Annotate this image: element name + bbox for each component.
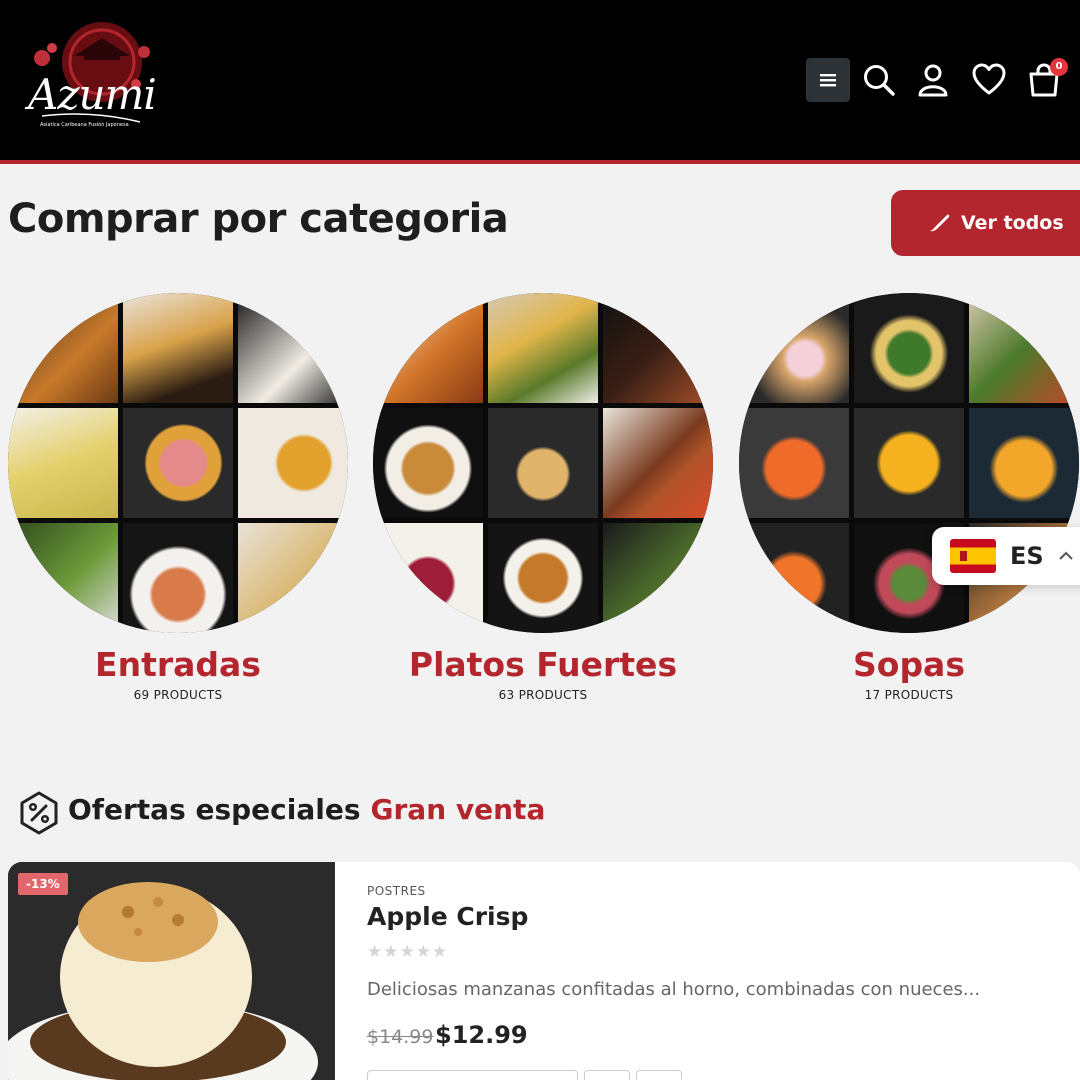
category-product-count: 63 PRODUCTS bbox=[498, 688, 588, 702]
product-category[interactable]: POSTRES bbox=[367, 884, 426, 898]
compare-button[interactable] bbox=[636, 1070, 682, 1080]
menu-icon bbox=[820, 74, 836, 87]
heart-icon[interactable] bbox=[971, 62, 1007, 98]
language-switcher[interactable]: ES bbox=[932, 527, 1080, 585]
offers-highlight: Gran venta bbox=[370, 793, 546, 826]
category-name[interactable]: Platos Fuertes bbox=[373, 645, 713, 684]
rating-stars: ★★★★★ bbox=[367, 942, 449, 962]
product-card[interactable]: -13% POSTRES Apple Crisp ★★★★★ Deliciosa… bbox=[8, 862, 1080, 1080]
category-name[interactable]: Sopas bbox=[739, 645, 1079, 684]
view-all-button[interactable]: Ver todos bbox=[891, 190, 1080, 256]
offers-title-text: Ofertas especiales bbox=[68, 793, 361, 826]
user-icon[interactable] bbox=[915, 62, 951, 98]
search-icon[interactable] bbox=[861, 62, 897, 98]
current-price: $12.99 bbox=[435, 1021, 528, 1049]
section-title: Comprar por categoria bbox=[8, 196, 509, 242]
category-image-platos-fuertes[interactable] bbox=[373, 293, 713, 633]
product-image[interactable]: -13% bbox=[8, 862, 335, 1080]
category-name[interactable]: Entradas bbox=[8, 645, 348, 684]
language-code: ES bbox=[1010, 542, 1044, 570]
product-description: Deliciosas manzanas confitadas al horno,… bbox=[367, 979, 981, 1000]
brush-icon bbox=[930, 214, 950, 232]
category-card-sopas[interactable]: Sopas 17 PRODUCTS bbox=[739, 293, 1079, 702]
category-card-platos-fuertes[interactable]: Platos Fuertes 63 PRODUCTS bbox=[373, 293, 713, 702]
discount-badge: -13% bbox=[18, 873, 68, 895]
category-card-entradas[interactable]: Entradas 69 PRODUCTS bbox=[8, 293, 348, 702]
discount-tag-icon bbox=[20, 791, 58, 835]
site-header: Azumi Asiatica Caribeana Fusión Japonesa… bbox=[0, 0, 1080, 164]
logo-subtitle: Asiatica Caribeana Fusión Japonesa bbox=[40, 122, 129, 128]
product-name[interactable]: Apple Crisp bbox=[367, 902, 528, 931]
offers-title: Ofertas especiales Gran venta bbox=[68, 793, 545, 826]
logo-wordmark: Azumi bbox=[28, 70, 157, 119]
category-product-count: 69 PRODUCTS bbox=[133, 688, 223, 702]
wishlist-button[interactable] bbox=[584, 1070, 630, 1080]
spain-flag-icon bbox=[950, 539, 996, 573]
chevron-up-icon bbox=[1058, 551, 1073, 560]
view-all-label: Ver todos bbox=[961, 212, 1064, 234]
menu-button[interactable] bbox=[806, 58, 850, 102]
add-to-cart-button[interactable] bbox=[367, 1070, 578, 1080]
category-product-count: 17 PRODUCTS bbox=[864, 688, 954, 702]
category-image-entradas[interactable] bbox=[8, 293, 348, 633]
cart-count-badge: 0 bbox=[1050, 58, 1068, 76]
azumi-logo[interactable]: Azumi Asiatica Caribeana Fusión Japonesa bbox=[22, 18, 157, 143]
old-price: $14.99 bbox=[367, 1026, 434, 1048]
